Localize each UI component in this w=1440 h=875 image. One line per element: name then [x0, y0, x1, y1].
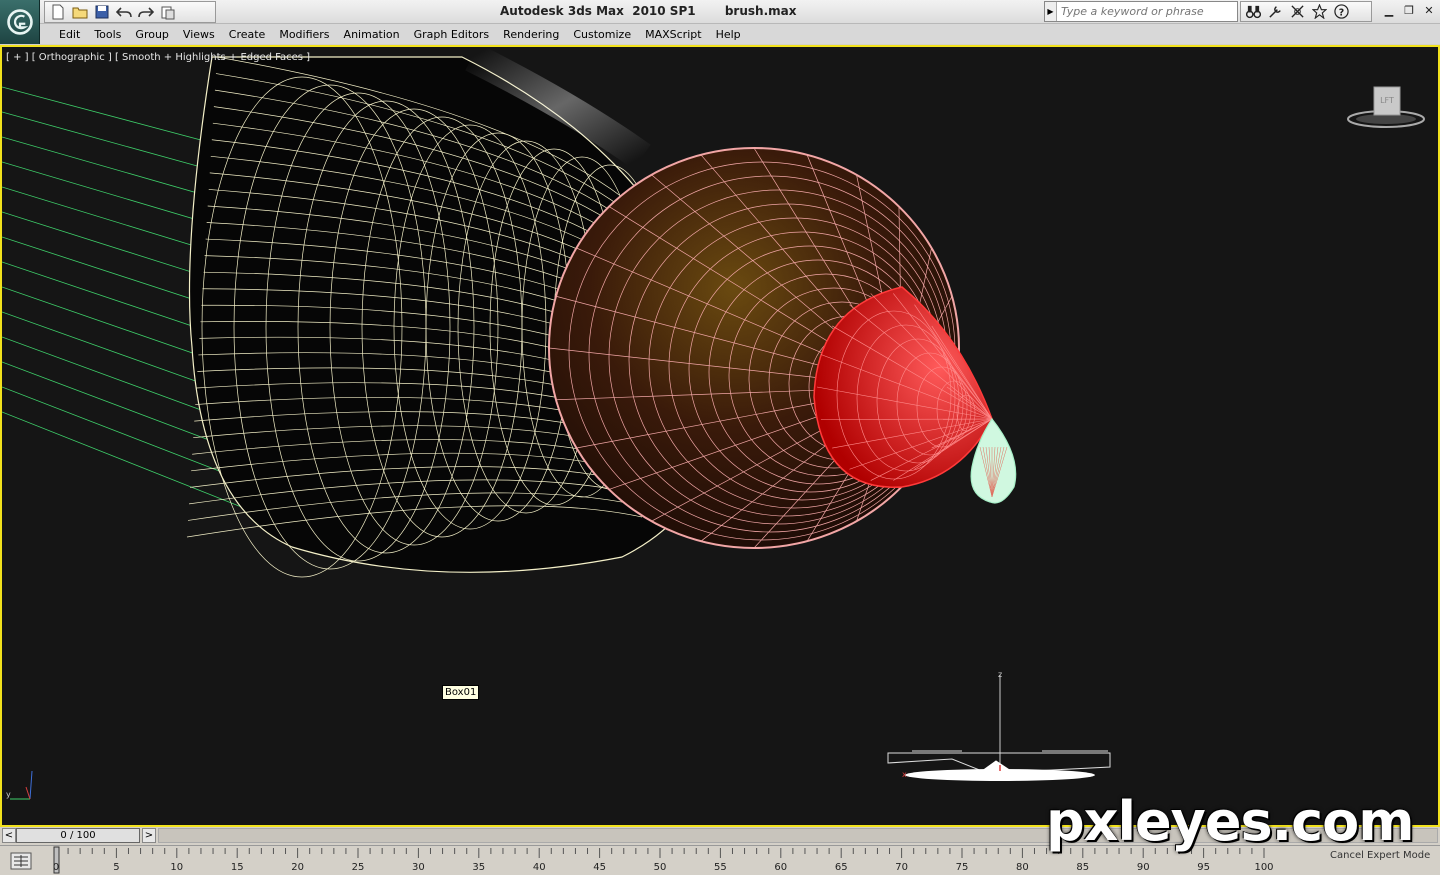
track-tick-label: 25 — [352, 862, 365, 873]
time-slider-thumb[interactable]: 0 / 100 — [16, 828, 140, 843]
viewport-label[interactable]: [ + ] [ Orthographic ] [ Smooth + Highli… — [6, 52, 310, 63]
viewcube-icon[interactable]: LFT — [1344, 83, 1428, 133]
menu-views[interactable]: Views — [176, 28, 222, 41]
menu-animation[interactable]: Animation — [337, 28, 407, 41]
track-tick-label: 90 — [1137, 862, 1150, 873]
svg-text:y: y — [6, 790, 11, 799]
track-tick-label: 50 — [654, 862, 667, 873]
svg-text:?: ? — [1338, 7, 1343, 18]
track-tick-label: 10 — [170, 862, 183, 873]
menu-create[interactable]: Create — [222, 28, 273, 41]
close-icon[interactable]: ✕ — [1422, 3, 1436, 17]
search-input[interactable] — [1057, 5, 1235, 18]
track-tick-label: 60 — [774, 862, 787, 873]
project-folder-icon[interactable] — [159, 3, 177, 21]
window-title: Autodesk 3ds Max 2010 SP1 brush.max — [500, 4, 797, 18]
track-tick-label: 95 — [1197, 862, 1210, 873]
menu-bar: Edit Tools Group Views Create Modifiers … — [40, 24, 1440, 44]
track-tick-label: 85 — [1076, 862, 1089, 873]
menu-tools[interactable]: Tools — [87, 28, 128, 41]
minimize-icon[interactable]: ▁ — [1382, 3, 1396, 17]
menu-edit[interactable]: Edit — [52, 28, 87, 41]
menu-modifiers[interactable]: Modifiers — [272, 28, 336, 41]
quick-access-toolbar — [44, 1, 216, 23]
menu-rendering[interactable]: Rendering — [496, 28, 566, 41]
wireframe-scene[interactable] — [2, 47, 1438, 825]
title-bar: Autodesk 3ds Max 2010 SP1 brush.max ▶ ? … — [0, 0, 1440, 24]
favorites-star-icon[interactable] — [1311, 4, 1327, 20]
gizmo-x-label: x — [902, 770, 907, 779]
window-controls: ▁ ❐ ✕ — [1382, 3, 1436, 17]
menu-customize[interactable]: Customize — [566, 28, 638, 41]
track-tick-label: 45 — [593, 862, 606, 873]
new-icon[interactable] — [49, 3, 67, 21]
track-tick-label: 100 — [1254, 862, 1273, 873]
open-mini-curve-editor-icon[interactable] — [10, 852, 32, 870]
perspective-viewport[interactable]: [ + ] [ Orthographic ] [ Smooth + Highli… — [0, 45, 1440, 827]
time-slider-prev-button[interactable]: < — [2, 828, 16, 843]
object-tooltip: Box01 — [442, 685, 480, 700]
menu-help[interactable]: Help — [709, 28, 748, 41]
infocenter-search: ▶ — [1044, 1, 1238, 22]
subscription-icon[interactable] — [1289, 4, 1305, 20]
track-tick-label: 65 — [835, 862, 848, 873]
track-tick-label: 5 — [113, 862, 119, 873]
binoculars-icon[interactable] — [1245, 4, 1261, 20]
viewcube-label: LFT — [1380, 96, 1394, 105]
search-expand-icon[interactable]: ▶ — [1045, 2, 1057, 21]
light-gizmo[interactable]: z x — [882, 667, 1118, 797]
menu-graph-editors[interactable]: Graph Editors — [407, 28, 497, 41]
track-tick-label: 40 — [533, 862, 546, 873]
track-tick-label: 30 — [412, 862, 425, 873]
track-tick-label: 80 — [1016, 862, 1029, 873]
track-tick-label: 15 — [231, 862, 244, 873]
track-tick-label: 55 — [714, 862, 727, 873]
menu-maxscript[interactable]: MAXScript — [638, 28, 708, 41]
redo-icon[interactable] — [137, 3, 155, 21]
menu-group[interactable]: Group — [128, 28, 176, 41]
gizmo-z-label: z — [998, 670, 1002, 679]
axis-tripod-icon: y — [6, 770, 33, 800]
track-tick-label: 75 — [956, 862, 969, 873]
infocenter-toolbar: ? — [1240, 1, 1372, 22]
time-slider-next-button[interactable]: > — [142, 828, 156, 843]
open-icon[interactable] — [71, 3, 89, 21]
undo-icon[interactable] — [115, 3, 133, 21]
tools-icon[interactable] — [1267, 4, 1283, 20]
track-tick-label: 20 — [291, 862, 304, 873]
help-icon[interactable]: ? — [1333, 4, 1349, 20]
track-tick-label: 0 — [53, 862, 59, 873]
save-icon[interactable] — [93, 3, 111, 21]
app-window: Autodesk 3ds Max 2010 SP1 brush.max ▶ ? … — [0, 0, 1440, 875]
track-tick-label: 35 — [472, 862, 485, 873]
restore-icon[interactable]: ❐ — [1402, 3, 1416, 17]
app-logo-icon — [6, 9, 33, 35]
watermark: pxleyes.com — [1046, 790, 1414, 853]
application-menu-button[interactable] — [0, 0, 40, 44]
track-tick-label: 70 — [895, 862, 908, 873]
